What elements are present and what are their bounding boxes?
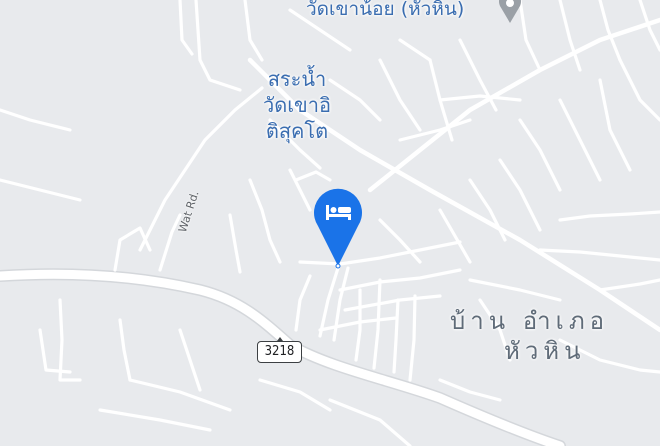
pond-label-line3: ติสุคโต (265, 119, 329, 143)
route-shield: 3218 (257, 337, 302, 363)
map-canvas[interactable]: วัดเขาน้อย (หัวหิน) สระน้ำ วัดเขาอิ ติสุ… (0, 0, 660, 446)
pond-label-line2: วัดเขาอิ (263, 93, 331, 117)
pond-label-line1: สระน้ำ (267, 67, 327, 91)
temple-label[interactable]: วัดเขาน้อย (หัวหิน) (306, 0, 464, 24)
area-label-line1: บ้าน อำเภอ (450, 307, 610, 335)
area-label: บ้าน อำเภอ หัวหิน (450, 306, 609, 366)
area-label-line2: หัวหิน (504, 337, 586, 365)
map-pin-icon[interactable] (497, 0, 523, 24)
hotel-marker[interactable] (312, 186, 364, 270)
pond-label[interactable]: สระน้ำ วัดเขาอิ ติสุคโต (263, 66, 331, 144)
